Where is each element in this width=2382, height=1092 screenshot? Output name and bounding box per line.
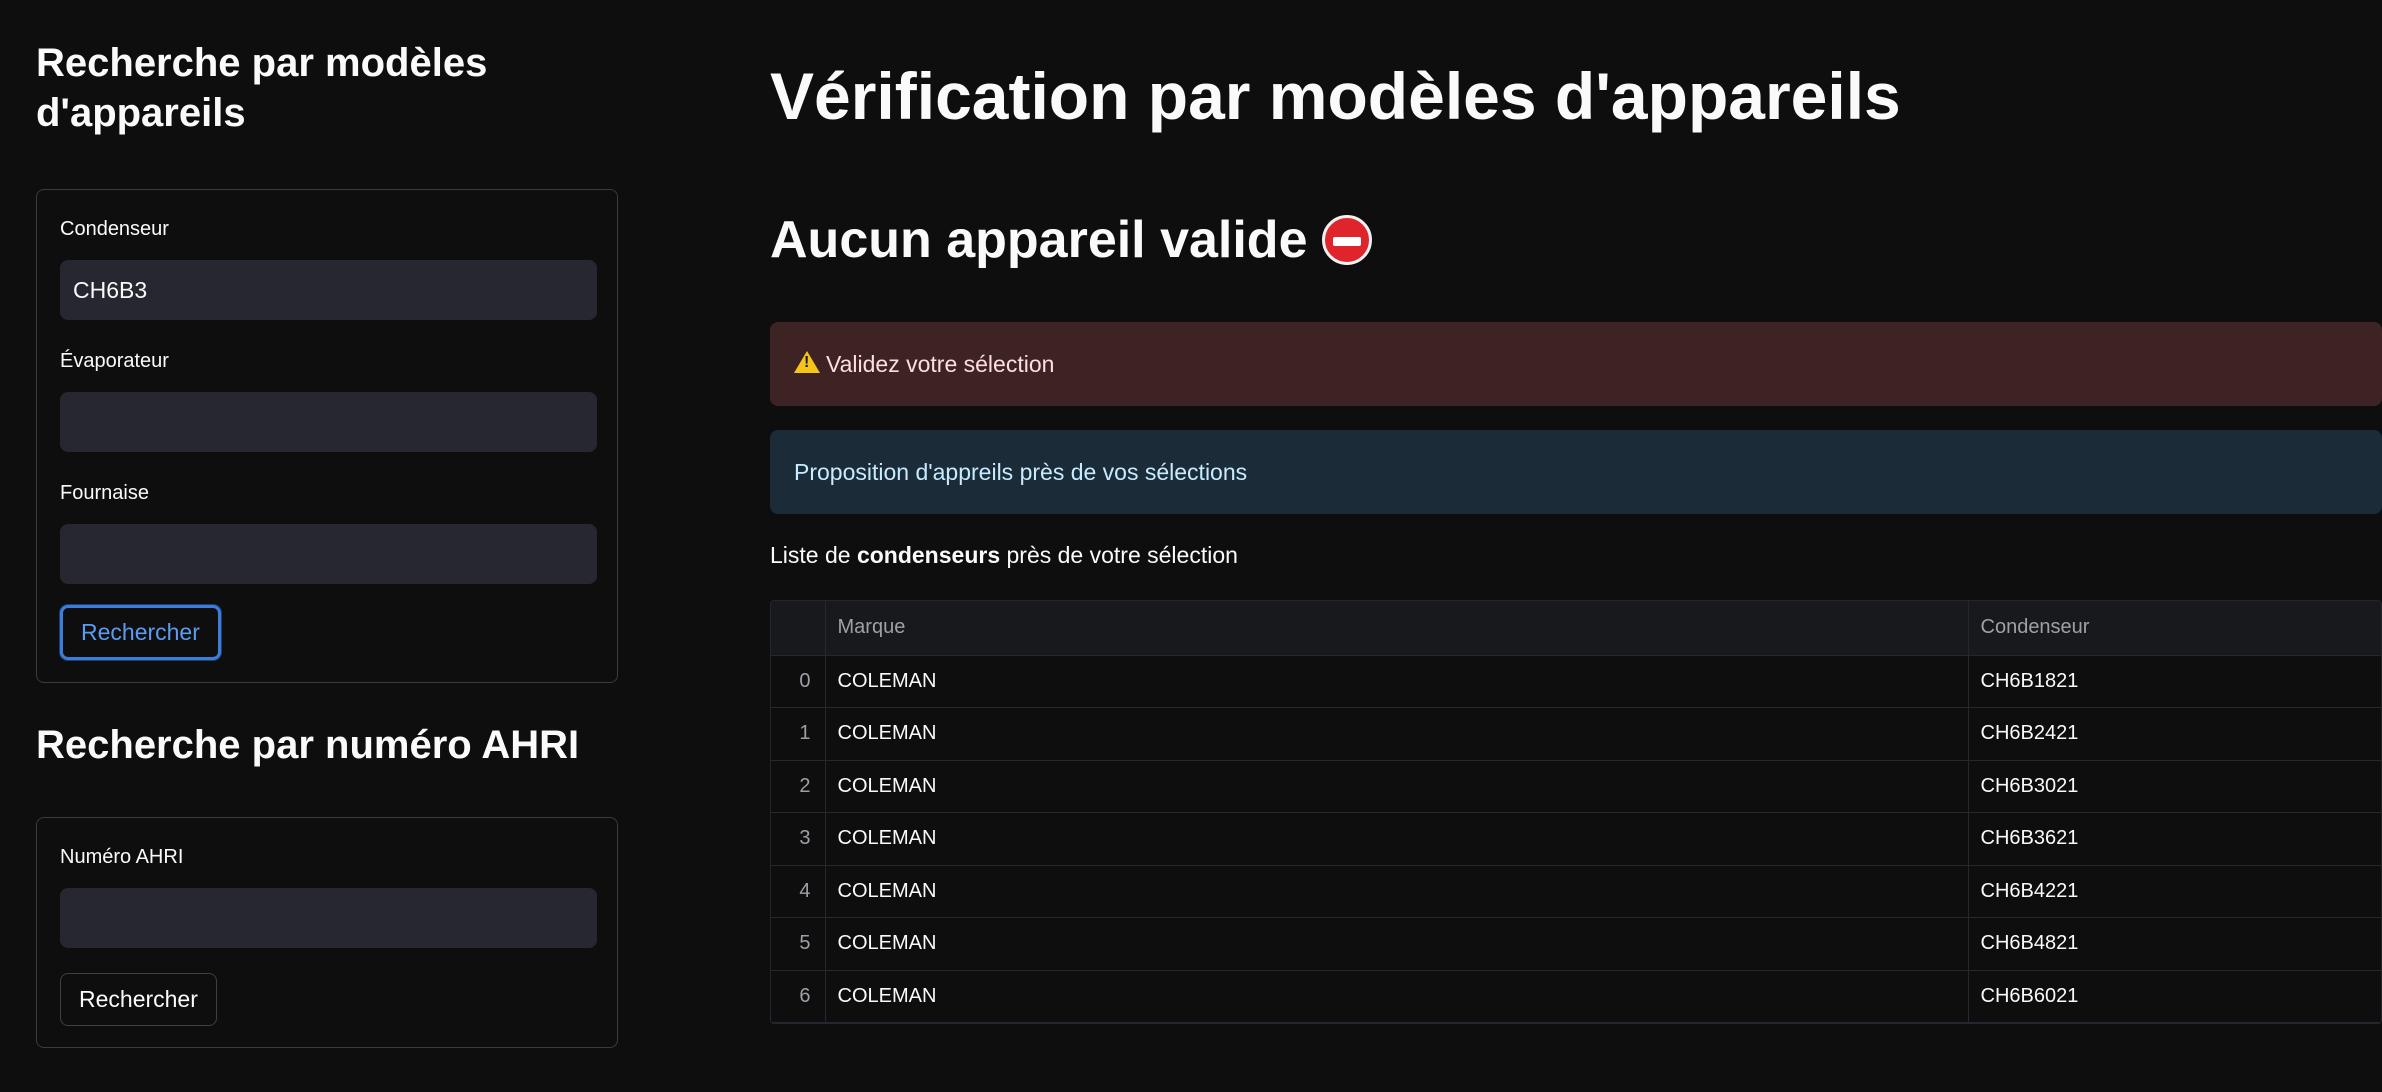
evaporator-label: Évaporateur <box>60 350 169 372</box>
model-search-button[interactable]: Rechercher <box>60 605 221 660</box>
sidebar: Recherche par modèles d'appareils Conden… <box>0 0 640 1092</box>
row-index: 3 <box>771 812 826 866</box>
table-row[interactable]: 5 COLEMAN CH6B4821 <box>771 917 2381 971</box>
condenseur-cell[interactable]: CH6B3021 <box>1968 760 2381 813</box>
marque-cell[interactable]: COLEMAN <box>825 812 1969 866</box>
marque-cell[interactable]: COLEMAN <box>825 760 1969 813</box>
furnace-label: Fournaise <box>60 482 149 504</box>
row-index: 2 <box>771 760 826 813</box>
error-alert: Validez votre sélection <box>770 322 2382 406</box>
condenseur-cell[interactable]: CH6B6021 <box>1968 970 2381 1023</box>
condenseur-column-header[interactable]: Condenseur <box>1968 601 2381 656</box>
warning-icon <box>794 351 820 373</box>
list-caption-prefix: Liste de <box>770 542 857 568</box>
marque-cell[interactable]: COLEMAN <box>825 970 1969 1023</box>
evaporator-input[interactable] <box>60 392 597 452</box>
condenser-table[interactable]: Marque Condenseur 0 COLEMAN CH6B1821 1 C… <box>770 600 2382 1024</box>
model-search-heading: Recherche par modèles d'appareils <box>36 41 488 135</box>
index-column-header[interactable] <box>771 601 826 656</box>
condenseur-cell[interactable]: CH6B3621 <box>1968 812 2381 866</box>
table-row[interactable]: 1 COLEMAN CH6B2421 <box>771 707 2381 761</box>
condenseur-cell[interactable]: CH6B4221 <box>1968 865 2381 918</box>
table-row[interactable]: 2 COLEMAN CH6B3021 <box>771 760 2381 813</box>
no-entry-icon <box>1321 215 1372 265</box>
page-title: Vérification par modèles d'appareils <box>770 59 1901 133</box>
list-caption-bold: condenseurs <box>856 542 1001 568</box>
table-row[interactable]: 6 COLEMAN CH6B6021 <box>771 970 2381 1023</box>
marque-cell[interactable]: COLEMAN <box>825 917 1969 971</box>
error-alert-text: Validez votre sélection <box>826 350 1055 377</box>
ahri-input[interactable] <box>60 888 597 948</box>
list-caption: Liste de condenseurs près de votre sélec… <box>770 542 1238 569</box>
info-alert: Proposition d'appreils près de vos sélec… <box>770 430 2382 514</box>
condenseur-cell[interactable]: CH6B1821 <box>1968 655 2381 708</box>
info-alert-text: Proposition d'appreils près de vos sélec… <box>794 458 1248 485</box>
table-row[interactable]: 4 COLEMAN CH6B4221 <box>771 865 2381 918</box>
condenseur-cell[interactable]: CH6B4821 <box>1968 917 2381 971</box>
table-row[interactable]: 0 COLEMAN CH6B1821 <box>771 655 2381 708</box>
result-heading: Aucun appareil valide <box>770 210 1372 270</box>
row-index: 6 <box>771 970 826 1023</box>
row-index: 5 <box>771 917 826 971</box>
marque-column-header[interactable]: Marque <box>825 601 1969 656</box>
list-caption-suffix: près de votre sélection <box>1000 542 1238 568</box>
condenser-input[interactable] <box>60 260 597 320</box>
row-index: 0 <box>771 655 826 708</box>
model-search-form: Condenseur Évaporateur Fournaise Recherc… <box>36 189 618 683</box>
marque-cell[interactable]: COLEMAN <box>825 865 1969 918</box>
main-content: Vérification par modèles d'appareils Auc… <box>770 0 2382 1092</box>
condenser-label: Condenseur <box>60 218 169 240</box>
table-row[interactable]: 3 COLEMAN CH6B3621 <box>771 812 2381 866</box>
ahri-search-form: Numéro AHRI Rechercher <box>36 817 618 1048</box>
ahri-search-heading: Recherche par numéro AHRI <box>36 723 580 767</box>
condenseur-cell[interactable]: CH6B2421 <box>1968 707 2381 761</box>
marque-cell[interactable]: COLEMAN <box>825 655 1969 708</box>
ahri-search-button[interactable]: Rechercher <box>60 973 217 1026</box>
row-index: 4 <box>771 865 826 918</box>
table-header-row: Marque Condenseur <box>771 601 2381 656</box>
result-heading-text: Aucun appareil valide <box>770 211 1308 269</box>
row-index: 1 <box>771 707 826 761</box>
marque-cell[interactable]: COLEMAN <box>825 707 1969 761</box>
ahri-label: Numéro AHRI <box>60 846 184 868</box>
furnace-input[interactable] <box>60 524 597 584</box>
